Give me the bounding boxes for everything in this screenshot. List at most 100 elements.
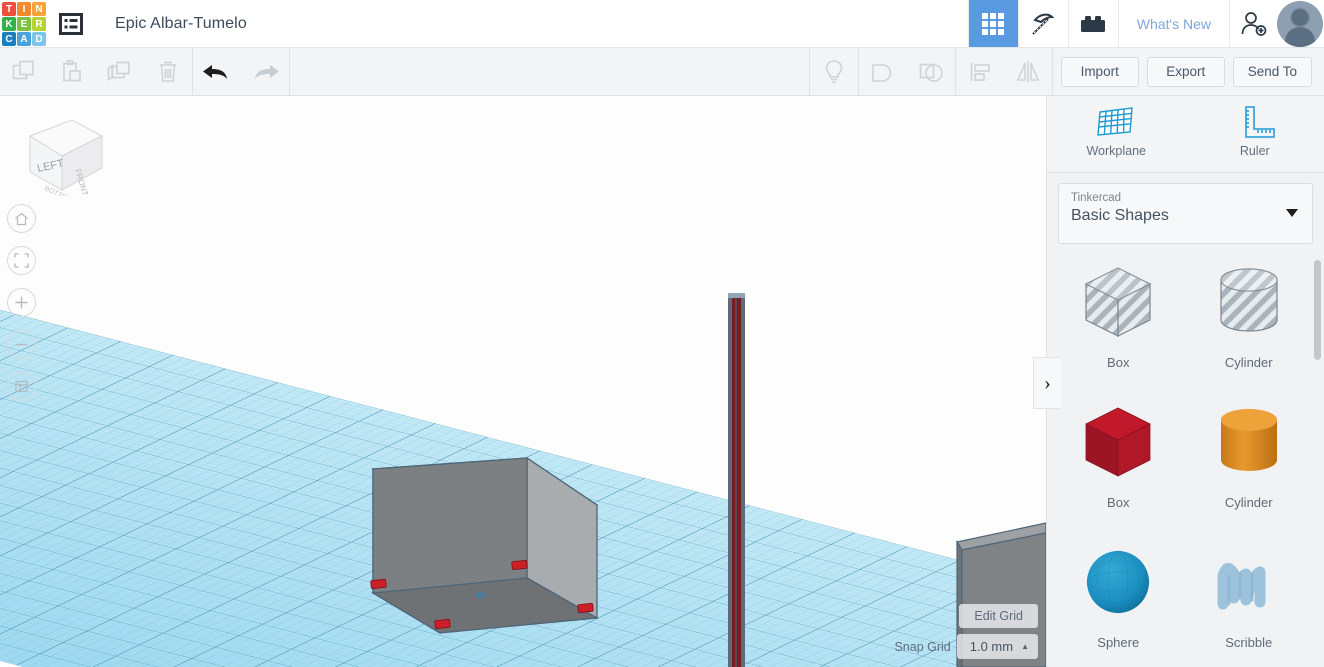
main-toolbar: Import Export Send To bbox=[0, 48, 1324, 96]
shape-cylinder-hole[interactable]: Cylinder bbox=[1184, 254, 1315, 394]
undo-arrow-icon bbox=[203, 64, 227, 79]
home-icon bbox=[15, 212, 28, 225]
solid-box-thumbnail bbox=[1085, 407, 1152, 477]
shape-scribble[interactable]: Scribble bbox=[1184, 534, 1315, 667]
tinkercad-app: TINKERCAD Epic Albar-Tumelo What's New I… bbox=[0, 0, 1324, 667]
snap-grid-row: Snap Grid 1.0 mm ▲ bbox=[894, 634, 1038, 659]
logo-tile-i: I bbox=[17, 2, 31, 16]
zoom-in-button[interactable] bbox=[7, 288, 36, 317]
invite-user-button[interactable] bbox=[1229, 0, 1277, 47]
tab-blocks[interactable] bbox=[1067, 0, 1118, 47]
shape-box-hole[interactable]: Box bbox=[1053, 254, 1184, 394]
caret-up-icon: ▲ bbox=[1021, 642, 1029, 651]
zoom-out-button[interactable] bbox=[7, 330, 36, 359]
orthographic-toggle-button[interactable] bbox=[7, 372, 36, 401]
minus-icon bbox=[15, 343, 28, 346]
ruler-icon bbox=[1245, 106, 1275, 138]
fit-all-button[interactable] bbox=[7, 246, 36, 275]
copy-button[interactable] bbox=[0, 48, 48, 95]
logo-tile-k: K bbox=[2, 17, 16, 31]
pickaxe-icon bbox=[1032, 13, 1055, 35]
undo-button[interactable] bbox=[193, 48, 241, 95]
collapse-panel-button[interactable]: › bbox=[1033, 357, 1061, 409]
paste-button[interactable] bbox=[48, 48, 96, 95]
home-view-button[interactable] bbox=[7, 204, 36, 233]
view-nav-buttons bbox=[7, 204, 36, 414]
object-tools bbox=[810, 48, 1052, 95]
edit-grid-button[interactable]: Edit Grid bbox=[959, 604, 1038, 628]
shape-label: Cylinder bbox=[1224, 494, 1273, 510]
shape-thumbnail bbox=[1207, 400, 1291, 489]
mirror-icon bbox=[1016, 61, 1039, 82]
panel-tools-row: Workplane Ruler bbox=[1047, 96, 1324, 173]
export-button[interactable]: Export bbox=[1146, 56, 1225, 87]
shapes-scroll-area[interactable]: Box Cylinder Box Cylinder Sphere Scribbl… bbox=[1047, 254, 1324, 667]
shapes-scrollbar[interactable] bbox=[1314, 259, 1321, 360]
group-shapes-icon bbox=[871, 63, 891, 82]
import-button[interactable]: Import bbox=[1060, 56, 1139, 87]
hole-box-thumbnail bbox=[1084, 267, 1152, 337]
solid-sphere-thumbnail bbox=[1087, 550, 1150, 614]
logo-tile-c: C bbox=[2, 32, 16, 46]
workplane-tool[interactable]: Workplane bbox=[1047, 96, 1186, 158]
logo-tile-t: T bbox=[2, 2, 16, 16]
shape-library-select[interactable]: Tinkercad Basic Shapes bbox=[1058, 182, 1313, 244]
shape-label: Scribble bbox=[1225, 634, 1273, 650]
snap-grid-value: 1.0 mm bbox=[969, 639, 1014, 654]
shape-library-owner: Tinkercad bbox=[1071, 191, 1122, 204]
shape-label: Box bbox=[1107, 494, 1130, 510]
align-button[interactable] bbox=[956, 48, 1004, 95]
3d-workspace-canvas[interactable]: LEFT FRONT BOTTOM Edit Grid Snap Grid 1.… bbox=[0, 96, 1046, 667]
list-menu-icon bbox=[59, 12, 83, 35]
paste-icon bbox=[63, 59, 81, 81]
view-cube[interactable]: LEFT FRONT BOTTOM bbox=[18, 110, 108, 204]
gray-open-box bbox=[370, 456, 600, 635]
logo-tile-n: N bbox=[32, 2, 46, 16]
fit-to-view-icon bbox=[14, 253, 29, 268]
ungroup-shapes-icon bbox=[919, 63, 943, 82]
scene-render bbox=[0, 293, 1046, 667]
tinkercad-logo[interactable]: TIN KER CAD bbox=[1, 1, 47, 47]
tab-3d-designs[interactable] bbox=[967, 0, 1018, 47]
ruler-tool[interactable]: Ruler bbox=[1186, 96, 1324, 158]
shape-label: Cylinder bbox=[1224, 354, 1273, 370]
shape-thumbnail bbox=[1076, 540, 1160, 629]
grid-icon bbox=[982, 12, 1005, 35]
perspective-box-icon bbox=[15, 380, 28, 393]
hide-show-button[interactable] bbox=[810, 48, 858, 95]
whats-new-link[interactable]: What's New bbox=[1117, 0, 1229, 47]
shape-label: Sphere bbox=[1097, 634, 1140, 650]
shapes-grid: Box Cylinder Box Cylinder Sphere Scribbl… bbox=[1047, 254, 1324, 667]
shapes-side-panel: Workplane Ruler Tinkercad Basic Shapes B… bbox=[1046, 96, 1324, 667]
tab-minecraft[interactable] bbox=[1017, 0, 1068, 47]
shape-thumbnail bbox=[1207, 260, 1291, 349]
shape-thumbnail bbox=[1076, 400, 1160, 489]
shape-library-value: Basic Shapes bbox=[1071, 206, 1169, 224]
header-right-group: What's New bbox=[967, 0, 1324, 47]
redo-button[interactable] bbox=[241, 48, 289, 95]
delete-button[interactable] bbox=[144, 48, 192, 95]
snap-grid-select[interactable]: 1.0 mm ▲ bbox=[956, 634, 1038, 659]
app-header: TINKERCAD Epic Albar-Tumelo What's New bbox=[0, 0, 1324, 48]
shape-cylinder-orange[interactable]: Cylinder bbox=[1184, 394, 1315, 534]
ruler-tool-label: Ruler bbox=[1239, 144, 1270, 158]
duplicate-button[interactable] bbox=[96, 48, 144, 95]
solid-cylinder-thumbnail bbox=[1220, 408, 1277, 471]
snap-grid-label: Snap Grid bbox=[894, 639, 951, 654]
scribble-thumbnail bbox=[1217, 563, 1266, 610]
redo-arrow-icon bbox=[255, 64, 279, 79]
send-to-button[interactable]: Send To bbox=[1232, 56, 1312, 87]
group-button[interactable] bbox=[859, 48, 907, 95]
workplane-grid-icon bbox=[1097, 107, 1134, 136]
grid-controls: Edit Grid Snap Grid 1.0 mm ▲ bbox=[894, 604, 1038, 659]
hole-cylinder-thumbnail bbox=[1220, 268, 1278, 332]
mirror-button[interactable] bbox=[1004, 48, 1052, 95]
main-menu-button[interactable] bbox=[47, 0, 95, 47]
avatar[interactable] bbox=[1277, 1, 1323, 47]
workplane-tool-label: Workplane bbox=[1086, 144, 1147, 158]
page-title: Epic Albar-Tumelo bbox=[115, 14, 247, 32]
shape-sphere-blue[interactable]: Sphere bbox=[1053, 534, 1184, 667]
chevron-down-icon bbox=[1286, 209, 1298, 218]
ungroup-button[interactable] bbox=[907, 48, 955, 95]
shape-box-red[interactable]: Box bbox=[1053, 394, 1184, 534]
